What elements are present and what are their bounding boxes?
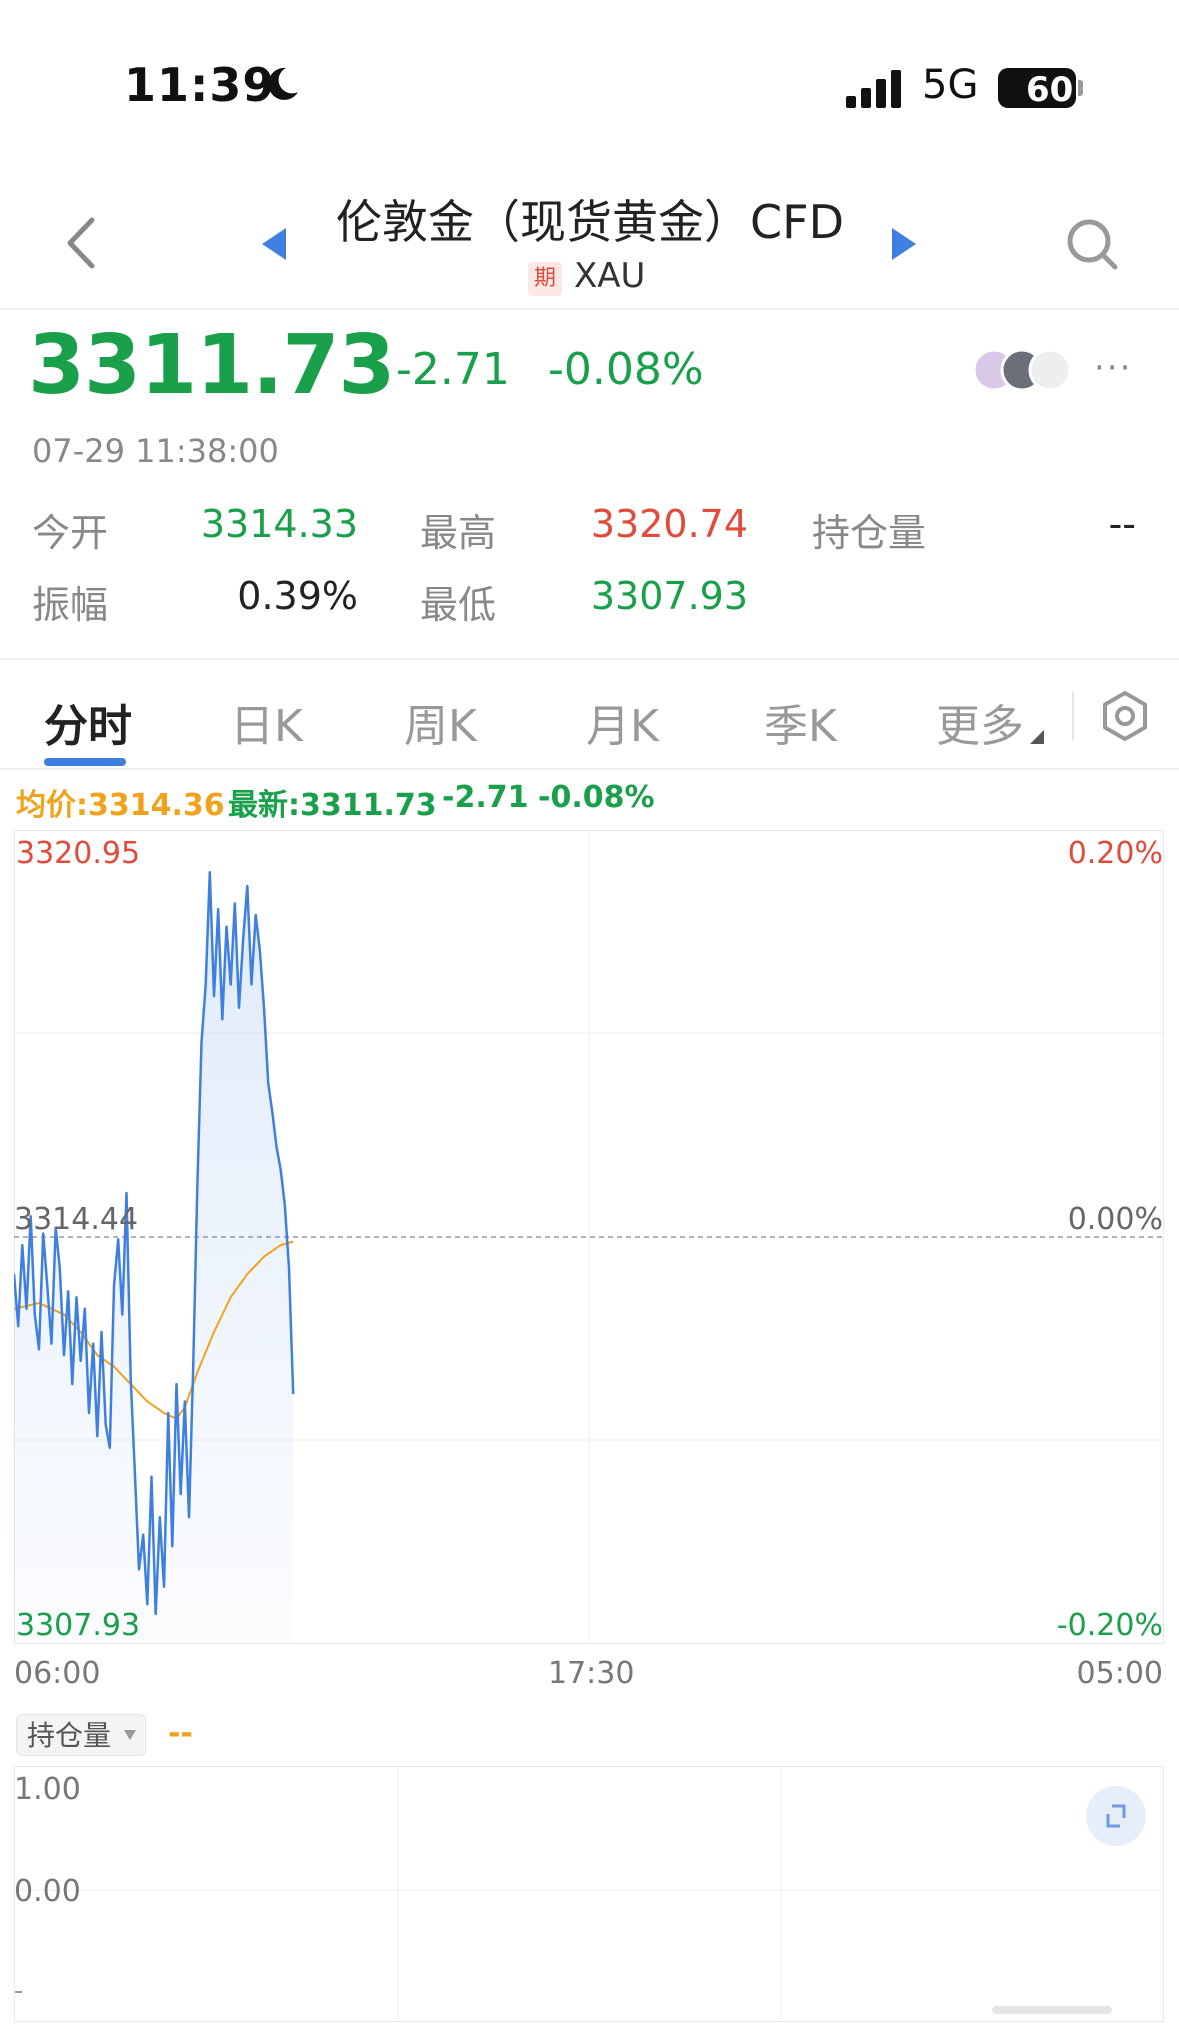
signal-icon — [846, 70, 901, 108]
symbol-code: XAU — [574, 256, 646, 296]
moon-icon — [268, 67, 298, 100]
tab-more[interactable]: 更多 — [936, 690, 1024, 754]
prev-arrow-icon[interactable] — [262, 228, 286, 260]
price-change: -2.71 — [396, 344, 510, 395]
sub-axis-min-label: - — [14, 1976, 24, 2006]
futures-badge: 期 — [528, 262, 562, 296]
last-price: 3311.73 — [28, 318, 395, 413]
active-tab-indicator — [44, 758, 126, 766]
price-change-percent: -0.08% — [548, 344, 704, 395]
x-axis-start-label: 06:00 — [14, 1656, 101, 1691]
network-label: 5G — [922, 62, 979, 108]
tab-intraday[interactable]: 分时 — [44, 690, 132, 754]
tab-quarterly-k[interactable]: 季K — [764, 690, 837, 754]
amplitude-label: 振幅 — [32, 583, 109, 627]
open-interest-label: 持仓量 — [812, 511, 927, 555]
tab-daily-k[interactable]: 日K — [230, 690, 303, 754]
pct-axis-mid-label: 0.00% — [1067, 1202, 1163, 1237]
high-label: 最高 — [420, 511, 497, 555]
caret-down-icon — [1030, 730, 1044, 744]
tab-weekly-k[interactable]: 周K — [404, 690, 477, 754]
intraday-chart[interactable] — [14, 830, 1164, 1644]
y-axis-min-label: 3307.93 — [16, 1608, 141, 1643]
expand-icon[interactable] — [1086, 1786, 1146, 1846]
user-avatars[interactable] — [972, 346, 1084, 394]
latest-price-info: 最新:3311.73 — [228, 788, 437, 823]
dropdown-caret-icon — [124, 1730, 136, 1740]
settings-icon[interactable] — [1100, 690, 1150, 742]
back-icon[interactable] — [62, 216, 102, 270]
latest-change-info: -2.71 — [442, 780, 529, 815]
low-value: 3307.93 — [590, 574, 748, 618]
x-axis-mid-label: 17:30 — [548, 1656, 635, 1691]
battery-icon: 60 — [998, 68, 1076, 110]
stats-divider — [0, 658, 1179, 660]
battery-tip — [1078, 80, 1083, 96]
latest-change-percent-info: -0.08% — [538, 780, 655, 815]
high-value: 3320.74 — [590, 502, 748, 546]
sub-axis-max-label: 1.00 — [14, 1772, 81, 1807]
home-indicator — [992, 2006, 1112, 2014]
pct-axis-max-label: 0.20% — [1067, 836, 1163, 871]
tab-monthly-k[interactable]: 月K — [586, 690, 659, 754]
page-title: 伦敦金（现货黄金）CFD — [336, 195, 844, 249]
more-menu-button[interactable]: ··· — [1094, 348, 1132, 388]
sub-axis-zero-label: 0.00 — [14, 1874, 81, 1909]
amplitude-value: 0.39% — [237, 574, 358, 618]
next-arrow-icon[interactable] — [892, 228, 916, 260]
open-label: 今开 — [32, 511, 109, 555]
open-interest-value: -- — [1108, 502, 1136, 546]
tab-separator — [1072, 692, 1074, 740]
open-interest-chart — [14, 1766, 1164, 2022]
search-icon[interactable] — [1064, 216, 1120, 272]
x-axis-end-label: 05:00 — [1076, 1656, 1163, 1691]
open-value: 3314.33 — [200, 502, 358, 546]
header-divider — [0, 308, 1179, 310]
average-price-info: 均价:3314.36 — [16, 788, 225, 823]
pct-axis-min-label: -0.20% — [1056, 1608, 1163, 1643]
y-axis-max-label: 3320.95 — [16, 836, 141, 871]
quote-timestamp: 07-29 11:38:00 — [32, 432, 279, 470]
status-time: 11:39 — [124, 58, 276, 112]
tabs-divider — [0, 768, 1179, 770]
battery-level: 60 — [1026, 70, 1074, 110]
indicator-value: -- — [168, 1716, 193, 1751]
y-axis-mid-label: 3314.44 — [14, 1202, 139, 1237]
low-label: 最低 — [420, 583, 497, 627]
